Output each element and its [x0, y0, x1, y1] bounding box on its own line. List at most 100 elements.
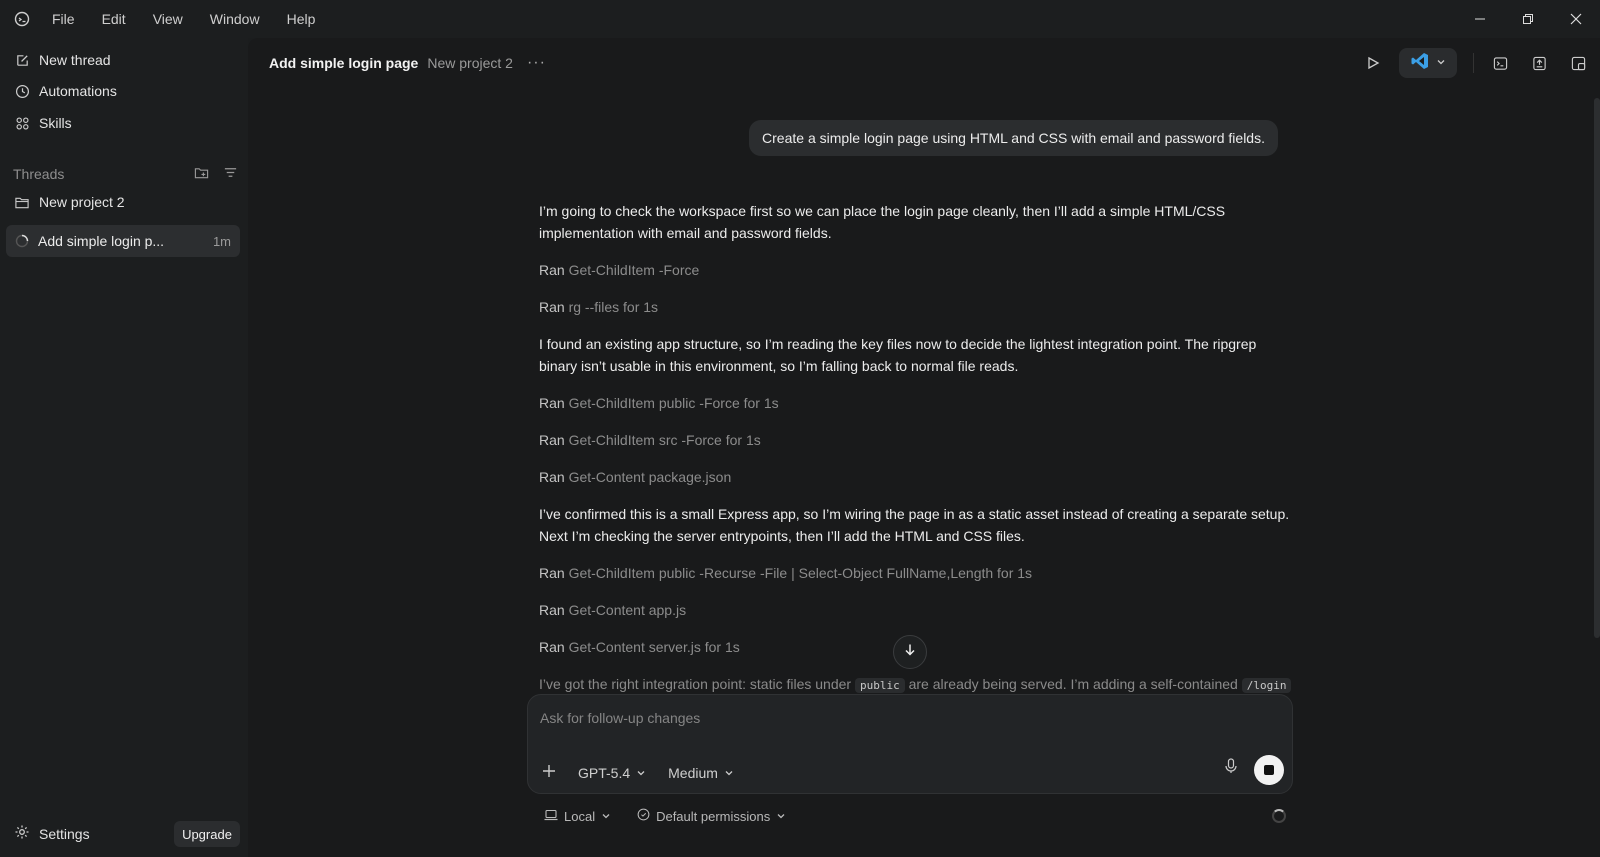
skills-label: Skills — [39, 115, 72, 131]
assistant-paragraph: I found an existing app structure, so I’… — [539, 336, 1257, 374]
run-prefix: Ran — [539, 432, 565, 448]
thread-label: Add simple login p... — [38, 233, 165, 249]
run-entry[interactable]: Ran Get-ChildItem -Force — [539, 262, 699, 278]
folder-icon — [14, 194, 30, 210]
edit-icon — [14, 52, 30, 68]
header-actions — [1363, 38, 1600, 88]
permissions-label: Default permissions — [656, 808, 771, 824]
settings-button[interactable]: Settings — [14, 824, 90, 843]
open-in-vscode-button[interactable] — [1399, 48, 1457, 78]
run-entry[interactable]: Ran Get-Content app.js — [539, 602, 686, 618]
user-message: Create a simple login page using HTML an… — [749, 120, 1278, 156]
menu-file[interactable]: File — [52, 11, 75, 27]
assistant-paragraph: I’ve confirmed this is a small Express a… — [539, 506, 1290, 544]
chevron-down-icon — [776, 809, 786, 824]
automations-label: Automations — [39, 83, 117, 99]
gear-icon — [14, 824, 30, 843]
main-panel: Add simple login page New project 2 ··· … — [248, 38, 1600, 857]
commit-icon[interactable] — [1529, 53, 1549, 73]
project-item[interactable]: New project 2 — [14, 194, 125, 210]
vscode-icon — [1410, 51, 1430, 76]
menu-window[interactable]: Window — [210, 11, 260, 27]
location-select[interactable]: Local — [544, 809, 611, 824]
filter-icon[interactable] — [223, 165, 238, 183]
laptop-icon — [544, 809, 558, 824]
add-attachment-icon[interactable] — [542, 764, 556, 781]
window-controls — [1456, 0, 1600, 38]
thread-project: New project 2 — [427, 55, 513, 71]
more-options-icon[interactable]: ··· — [527, 54, 546, 72]
arrow-down-icon — [903, 643, 917, 662]
thread-age: 1m — [212, 233, 231, 249]
run-command: Get-ChildItem public -Force for 1s — [568, 395, 779, 411]
permissions-select[interactable]: Default permissions — [637, 808, 786, 824]
effort-select[interactable]: Medium — [668, 765, 734, 781]
thread-item-active[interactable]: Add simple login p... 1m — [6, 225, 240, 257]
run-command: Get-ChildItem src -Force for 1s — [568, 432, 761, 448]
follow-up-input[interactable] — [540, 707, 1240, 729]
sidebar: New thread Automations Skills Threads Ne… — [0, 38, 248, 857]
minimize-icon[interactable] — [1456, 0, 1504, 38]
run-command: rg --files for 1s — [568, 299, 659, 315]
run-entry[interactable]: Ran Get-Content package.json — [539, 469, 731, 485]
inline-code: /login — [1241, 678, 1292, 693]
run-entry[interactable]: Ran Get-Content server.js for 1s — [539, 639, 740, 655]
chevron-down-icon — [636, 765, 646, 781]
header-divider — [1473, 53, 1474, 73]
run-command: Get-Content package.json — [568, 469, 732, 485]
automations-button[interactable]: Automations — [14, 83, 117, 99]
title-bar: File Edit View Window Help — [0, 0, 1600, 38]
run-entry[interactable]: Ran Get-ChildItem public -Force for 1s — [539, 395, 779, 411]
chevron-down-icon — [601, 809, 611, 824]
run-entry[interactable]: Ran Get-ChildItem src -Force for 1s — [539, 432, 761, 448]
skills-button[interactable]: Skills — [14, 115, 72, 131]
play-icon[interactable] — [1363, 53, 1383, 73]
thread-header: Add simple login page New project 2 ··· — [248, 38, 1600, 88]
app-logo-icon — [12, 9, 32, 29]
partial-text: I’ve got the right integration point: st… — [539, 676, 852, 692]
run-prefix: Ran — [539, 565, 565, 581]
menu-edit[interactable]: Edit — [102, 11, 126, 27]
stop-button[interactable] — [1254, 755, 1284, 785]
run-command: Get-Content server.js for 1s — [568, 639, 740, 655]
restore-icon[interactable] — [1504, 0, 1552, 38]
microphone-icon[interactable] — [1224, 758, 1238, 779]
new-folder-icon[interactable] — [194, 165, 209, 183]
split-view-icon[interactable] — [1568, 53, 1588, 73]
run-entry[interactable]: Ran rg --files for 1s — [539, 299, 658, 315]
menu-view[interactable]: View — [153, 11, 183, 27]
run-command: Get-Content app.js — [568, 602, 687, 618]
run-entry[interactable]: Ran Get-ChildItem public -Recurse -File … — [539, 565, 1032, 581]
run-command: Get-ChildItem -Force — [568, 262, 700, 278]
run-command: Get-ChildItem public -Recurse -File | Se… — [568, 565, 1033, 581]
project-label: New project 2 — [39, 194, 125, 210]
close-icon[interactable] — [1552, 0, 1600, 38]
chevron-down-icon — [1436, 54, 1446, 72]
thread-title: Add simple login page — [269, 55, 419, 71]
menu-help[interactable]: Help — [287, 11, 316, 27]
run-prefix: Ran — [539, 602, 565, 618]
terminal-icon[interactable] — [1490, 53, 1510, 73]
run-prefix: Ran — [539, 639, 565, 655]
inline-code: public — [854, 678, 905, 693]
scrollbar[interactable] — [1594, 98, 1600, 638]
threads-header: Threads — [13, 165, 238, 183]
model-select[interactable]: GPT-5.4 — [578, 765, 646, 781]
grid-icon — [14, 115, 30, 131]
scroll-to-bottom-button[interactable] — [893, 635, 927, 669]
upgrade-button[interactable]: Upgrade — [174, 821, 240, 847]
new-thread-label: New thread — [39, 52, 111, 68]
chevron-down-icon — [724, 765, 734, 781]
composer: GPT-5.4 Medium — [527, 694, 1293, 794]
settings-label: Settings — [39, 825, 90, 842]
run-prefix: Ran — [539, 262, 565, 278]
location-label: Local — [564, 808, 596, 824]
composer-footer: Local Default permissions — [544, 808, 786, 824]
assistant-paragraph: I’m going to check the workspace first s… — [539, 203, 1226, 241]
clock-icon — [14, 83, 30, 99]
new-thread-button[interactable]: New thread — [14, 52, 111, 68]
shield-icon — [637, 808, 650, 824]
status-spinner-icon — [1272, 809, 1286, 823]
threads-heading: Threads — [13, 166, 65, 182]
effort-label: Medium — [668, 764, 718, 781]
